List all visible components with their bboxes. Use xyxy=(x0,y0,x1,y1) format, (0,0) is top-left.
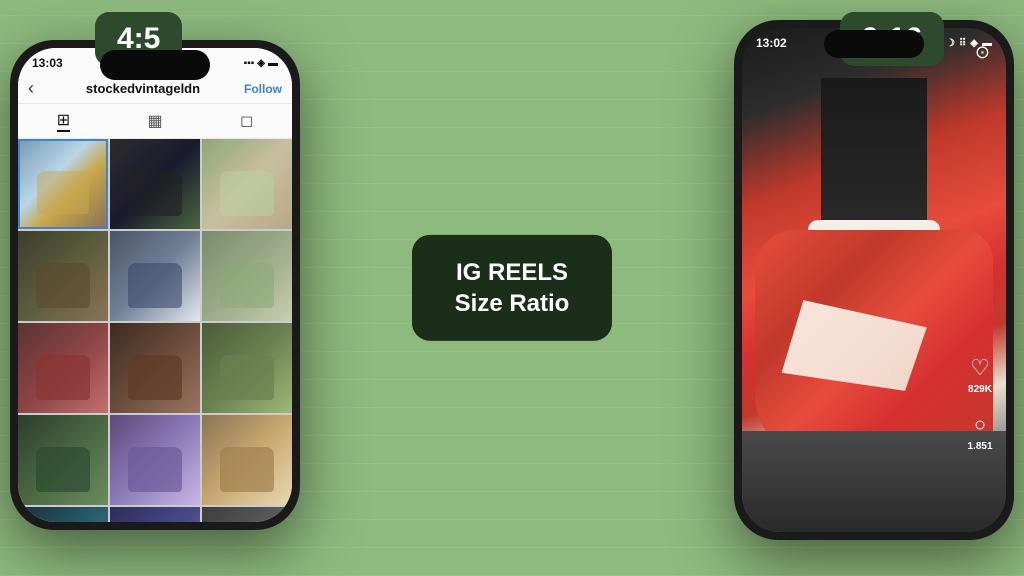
wifi-icon: ◈ xyxy=(257,58,265,69)
shoe-background xyxy=(742,28,1006,532)
left-phone-screen: 13:03 ▪▪▪ ◈ ▬ ‹ stockedvintageldn Follow… xyxy=(18,48,292,522)
center-card-line2: Size Ratio xyxy=(444,288,580,319)
dynamic-island-right xyxy=(824,30,924,58)
follow-button[interactable]: Follow xyxy=(244,82,282,96)
grid-item[interactable] xyxy=(18,139,108,229)
grid-item[interactable] xyxy=(202,323,292,413)
status-icons-left: ▪▪▪ ◈ ▬ xyxy=(244,58,278,69)
time-right: 13:02 xyxy=(756,36,787,50)
tab-reels[interactable]: ▦ xyxy=(147,111,162,131)
right-phone-screen: 13:02 ☽ ⠿ ◈ ▬ ⊙ ♡ 829K ○ 1.851 xyxy=(742,28,1006,532)
right-overlay: ♡ 829K ○ 1.851 xyxy=(966,354,994,452)
grid-item[interactable] xyxy=(18,323,108,413)
username-label: stockedvintageldn xyxy=(42,81,244,96)
grid-item[interactable] xyxy=(18,231,108,321)
grid-item[interactable] xyxy=(110,507,200,522)
profile-tabs: ⊞ ▦ ◻ xyxy=(18,104,292,139)
back-arrow-icon[interactable]: ‹ xyxy=(28,78,34,99)
moon-icon: ☽ xyxy=(946,38,955,49)
grid-item[interactable] xyxy=(110,231,200,321)
heart-count: 829K xyxy=(968,384,992,395)
comment-group[interactable]: ○ 1.851 xyxy=(966,411,994,452)
signal-icon: ▪▪▪ xyxy=(244,58,255,69)
center-card: IG REELS Size Ratio xyxy=(412,235,612,341)
comment-icon: ○ xyxy=(966,411,994,439)
grid-item[interactable] xyxy=(202,415,292,505)
grid-item[interactable] xyxy=(110,139,200,229)
grid-item[interactable] xyxy=(202,507,292,522)
comment-count: 1.851 xyxy=(967,441,992,452)
tab-tagged[interactable]: ◻ xyxy=(240,111,253,131)
heart-group[interactable]: ♡ 829K xyxy=(966,354,994,395)
tab-grid[interactable]: ⊞ xyxy=(57,110,70,132)
grid-icon: ⠿ xyxy=(959,38,966,49)
left-phone: 13:03 ▪▪▪ ◈ ▬ ‹ stockedvintageldn Follow… xyxy=(10,40,300,530)
grid-item[interactable] xyxy=(110,323,200,413)
grid-item[interactable] xyxy=(202,139,292,229)
center-card-line1: IG REELS xyxy=(444,257,580,288)
dynamic-island-left xyxy=(100,50,210,80)
grid-item[interactable] xyxy=(18,507,108,522)
battery-icon: ▬ xyxy=(268,58,278,69)
right-phone: 13:02 ☽ ⠿ ◈ ▬ ⊙ ♡ 829K ○ 1.851 xyxy=(734,20,1014,540)
time-left: 13:03 xyxy=(32,56,63,70)
grid-item[interactable] xyxy=(110,415,200,505)
photo-grid xyxy=(18,139,292,522)
heart-icon: ♡ xyxy=(966,354,994,382)
grid-item[interactable] xyxy=(18,415,108,505)
grid-item[interactable] xyxy=(202,231,292,321)
camera-icon[interactable]: ⊙ xyxy=(975,42,990,63)
